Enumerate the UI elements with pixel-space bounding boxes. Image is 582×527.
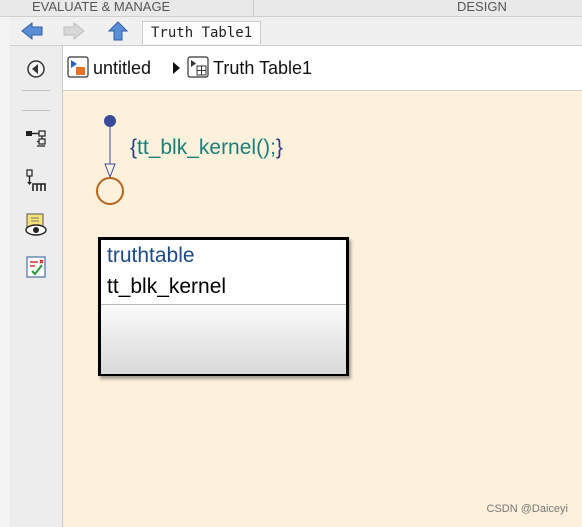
truth-table-body (101, 304, 346, 374)
truth-table-type-label: truthtable (107, 244, 195, 267)
truth-table-name: tt_blk_kernel (107, 275, 227, 298)
transition-action-label[interactable]: {tt_blk_kernel();} (130, 136, 283, 160)
watermark: CSDN @Daiceyi (486, 503, 568, 515)
default-transition-dot (104, 115, 116, 127)
connective-junction[interactable] (96, 177, 124, 205)
transition-arrowhead (104, 163, 116, 179)
truth-table-block[interactable]: truthtable tt_blk_kernel (98, 237, 349, 376)
